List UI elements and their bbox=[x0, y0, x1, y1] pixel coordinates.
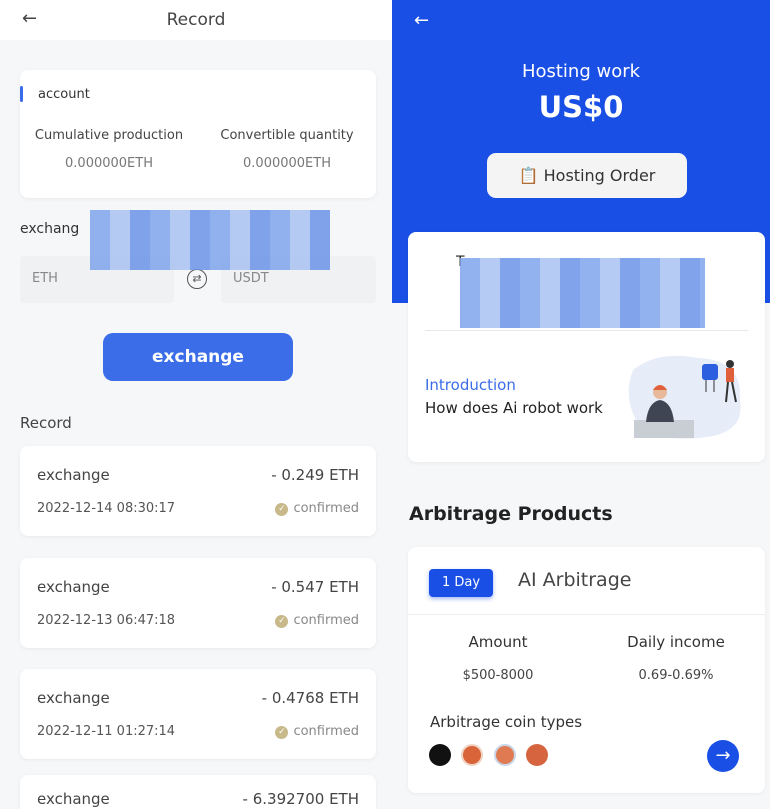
amount-label: Amount bbox=[468, 633, 528, 651]
coin-icon bbox=[526, 744, 548, 766]
record-amount: - 6.392700 ETH bbox=[242, 790, 359, 808]
record-type: exchange bbox=[37, 578, 110, 596]
arrow-left-icon[interactable]: ← bbox=[414, 10, 429, 31]
hosting-order-label: Hosting Order bbox=[543, 166, 656, 185]
intro-label: Introduction bbox=[425, 376, 516, 394]
hosting-title: Hosting work bbox=[521, 61, 641, 82]
record-type: exchange bbox=[37, 689, 110, 707]
check-icon: ✓ bbox=[275, 503, 289, 516]
record-type: exchange bbox=[37, 466, 110, 484]
account-card: account Cumulative production 0.000000ET… bbox=[20, 70, 376, 198]
record-status: ✓ confirmed bbox=[275, 613, 359, 628]
check-icon: ✓ bbox=[275, 726, 289, 739]
clipboard-icon: 📋 bbox=[518, 166, 539, 185]
amount-value: $500-8000 bbox=[462, 668, 534, 683]
exchange-button[interactable]: exchange bbox=[103, 333, 293, 381]
divider bbox=[408, 614, 765, 615]
record-item[interactable]: exchange - 0.4768 ETH 2022-12-11 01:27:1… bbox=[20, 669, 376, 759]
hosting-order-button[interactable]: 📋 Hosting Order bbox=[487, 153, 687, 198]
hosting-amount: US$0 bbox=[538, 90, 624, 124]
status-text: confirmed bbox=[293, 613, 359, 628]
cumulative-value: 0.000000ETH bbox=[65, 156, 153, 171]
record-item[interactable]: exchange - 0.249 ETH 2022-12-14 08:30:17… bbox=[20, 446, 376, 536]
hosting-panel: ← Hosting work US$0 📋 Hosting Order T In… bbox=[392, 0, 770, 809]
income-label: Daily income bbox=[627, 633, 725, 651]
status-text: confirmed bbox=[293, 501, 359, 516]
record-amount: - 0.249 ETH bbox=[271, 466, 359, 484]
record-panel: ← Record account Cumulative production 0… bbox=[0, 0, 392, 809]
accent-bar bbox=[20, 86, 23, 102]
intro-text: How does Ai robot work bbox=[425, 399, 603, 417]
record-status: ✓ confirmed bbox=[275, 724, 359, 739]
convertible-label: Convertible quantity bbox=[220, 128, 354, 143]
floki-coin-icon bbox=[494, 744, 516, 766]
income-value: 0.69-0.69% bbox=[638, 668, 714, 683]
arrow-right-icon[interactable]: → bbox=[707, 740, 739, 772]
record-time: 2022-12-14 08:30:17 bbox=[37, 501, 176, 516]
record-status: ✓ confirmed bbox=[275, 501, 359, 516]
record-heading: Record bbox=[20, 414, 72, 432]
stellar-coin-icon bbox=[429, 744, 451, 766]
record-item[interactable]: exchange - 6.392700 ETH bbox=[20, 775, 376, 809]
redacted-area bbox=[460, 258, 705, 328]
record-amount: - 0.4768 ETH bbox=[261, 689, 359, 707]
record-type: exchange bbox=[37, 790, 110, 808]
divider bbox=[425, 330, 748, 331]
cumulative-label: Cumulative production bbox=[34, 128, 184, 143]
record-item[interactable]: exchange - 0.547 ETH 2022-12-13 06:47:18… bbox=[20, 558, 376, 648]
account-label: account bbox=[38, 87, 90, 102]
intro-card[interactable]: T Introduction How does Ai robot work bbox=[408, 232, 765, 462]
product-name: AI Arbitrage bbox=[518, 569, 632, 591]
coin-types-label: Arbitrage coin types bbox=[430, 713, 583, 731]
status-text: confirmed bbox=[293, 724, 359, 739]
shiba-coin-icon bbox=[461, 744, 483, 766]
redacted-area bbox=[90, 210, 330, 270]
robot-illustration bbox=[628, 355, 741, 439]
record-time: 2022-12-11 01:27:14 bbox=[37, 724, 176, 739]
product-card[interactable]: 1 Day AI Arbitrage Amount $500-8000 Dail… bbox=[408, 547, 765, 793]
section-title: Arbitrage Products bbox=[409, 503, 613, 525]
swap-icon[interactable]: ⇄ bbox=[187, 269, 207, 289]
check-icon: ✓ bbox=[275, 615, 289, 628]
convertible-value: 0.000000ETH bbox=[243, 156, 331, 171]
duration-badge: 1 Day bbox=[429, 569, 493, 597]
page-title: Record bbox=[166, 10, 226, 30]
record-time: 2022-12-13 06:47:18 bbox=[37, 613, 176, 628]
exchange-label: exchang bbox=[20, 221, 80, 237]
record-amount: - 0.547 ETH bbox=[271, 578, 359, 596]
header: ← Record bbox=[0, 0, 392, 40]
